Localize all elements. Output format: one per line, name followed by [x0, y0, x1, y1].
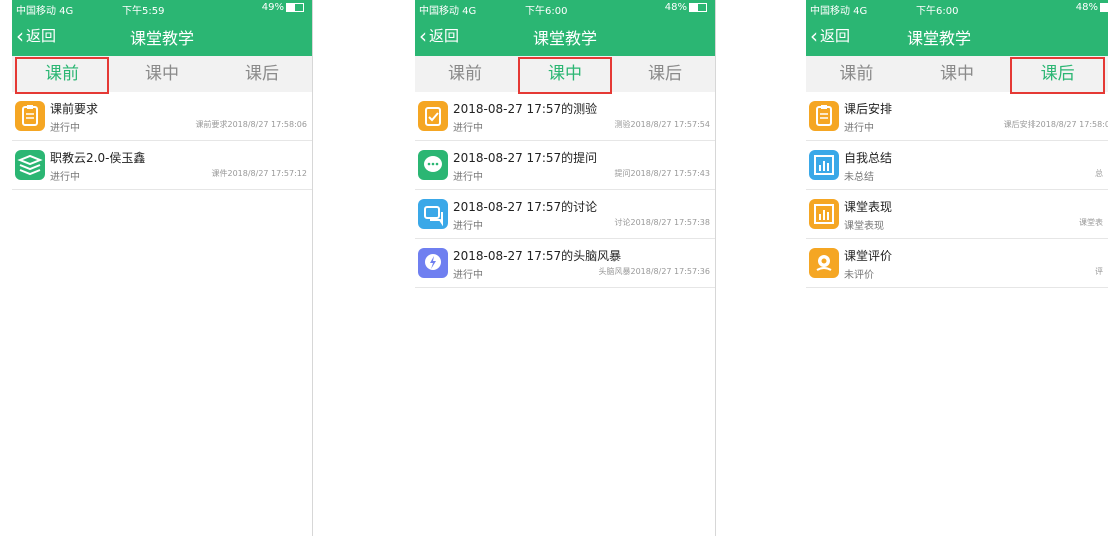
item-meta: 评 — [1095, 267, 1103, 276]
list-item[interactable]: 2018-08-27 17:57的提问 进行中 提问2018/8/27 17:5… — [415, 141, 715, 190]
item-meta: 课后安排2018/8/27 17:58:0 — [1003, 120, 1108, 129]
screen-after-class: 中国移动 4G 下午6:00 48% ‹ 返回 课堂教学 课前 课中 课后 课后安… — [806, 0, 1108, 536]
list-item[interactable]: 自我总结 未总结 总 — [806, 141, 1108, 190]
battery-icon — [1100, 2, 1108, 12]
item-title: 2018-08-27 17:57的头脑风暴 — [453, 249, 622, 263]
item-meta: 头脑风暴2018/8/27 17:57:36 — [598, 267, 711, 276]
item-meta: 测验2018/8/27 17:57:54 — [614, 120, 711, 129]
list-item[interactable]: 课后安排 进行中 课后安排2018/8/27 17:58:0 — [806, 92, 1108, 141]
clipboard-icon — [15, 101, 45, 131]
item-title: 2018-08-27 17:57的提问 — [453, 151, 598, 165]
app-header: 中国移动 4G 下午6:00 48% ‹ 返回 课堂教学 — [806, 0, 1108, 56]
list-item[interactable]: 课前要求 进行中 课前要求2018/8/27 17:58:06 — [12, 92, 312, 141]
item-status: 进行中 — [50, 172, 80, 183]
clock: 下午5:59 — [122, 6, 165, 17]
status-bar: 中国移动 4G 下午6:00 48% — [806, 0, 1108, 17]
list-item[interactable]: 2018-08-27 17:57的头脑风暴 进行中 头脑风暴2018/8/27 … — [415, 239, 715, 288]
item-status: 未总结 — [844, 172, 874, 183]
item-meta: 课件2018/8/27 17:57:12 — [211, 169, 308, 178]
page-title: 课堂教学 — [129, 29, 194, 48]
list-item[interactable]: 课堂表现 课堂表现 课堂表 — [806, 190, 1108, 239]
item-meta: 讨论2018/8/27 17:57:38 — [614, 218, 711, 227]
bar-chart-icon — [809, 150, 839, 180]
item-status: 进行中 — [453, 172, 483, 183]
tab-in-class[interactable]: 课中 — [112, 56, 212, 92]
clock: 下午6:00 — [916, 6, 959, 17]
nav-bar: ‹ 返回 课堂教学 — [12, 16, 312, 56]
carrier-label: 中国移动 4G — [419, 6, 477, 17]
list-item[interactable]: 2018-08-27 17:57的讨论 进行中 讨论2018/8/27 17:5… — [415, 190, 715, 239]
status-bar: 中国移动 4G 下午5:59 49% — [12, 0, 312, 17]
tab-after-class[interactable]: 课后 — [212, 56, 312, 92]
battery-indicator: 49% — [262, 2, 304, 13]
item-meta: 总 — [1095, 169, 1103, 178]
screen-in-class: 中国移动 4G 下午6:00 48% ‹ 返回 课堂教学 课前 课中 课后 201… — [415, 0, 716, 536]
quiz-icon — [418, 101, 448, 131]
item-title: 课前要求 — [50, 102, 99, 116]
tab-bar: 课前 课中 课后 — [806, 56, 1108, 94]
battery-indicator: 48% — [665, 2, 707, 13]
carrier-label: 中国移动 4G — [16, 6, 74, 17]
flower-icon — [809, 248, 839, 278]
item-title: 课堂评价 — [844, 249, 893, 263]
item-title: 课堂表现 — [844, 200, 893, 214]
item-status: 未评价 — [844, 270, 874, 281]
item-meta: 课前要求2018/8/27 17:58:06 — [195, 120, 308, 129]
item-status: 课堂表现 — [844, 221, 884, 232]
discussion-icon — [418, 199, 448, 229]
chat-bubble-icon — [418, 150, 448, 180]
battery-icon — [286, 2, 304, 12]
item-meta: 提问2018/8/27 17:57:43 — [614, 169, 711, 178]
bar-chart-icon — [809, 199, 839, 229]
page-title: 课堂教学 — [906, 29, 971, 48]
tab-before-class[interactable]: 课前 — [12, 56, 112, 94]
tab-before-class[interactable]: 课前 — [806, 56, 907, 92]
clipboard-icon — [809, 101, 839, 131]
carrier-label: 中国移动 4G — [810, 6, 868, 17]
item-meta: 课堂表 — [1079, 218, 1103, 227]
item-title: 课后安排 — [844, 102, 893, 116]
activity-list: 课后安排 进行中 课后安排2018/8/27 17:58:0 自我总结 未总结 … — [806, 92, 1108, 288]
item-status: 进行中 — [453, 221, 483, 232]
book-stack-icon — [15, 150, 45, 180]
status-bar: 中国移动 4G 下午6:00 48% — [415, 0, 715, 17]
battery-indicator: 48% — [1076, 2, 1108, 13]
item-status: 进行中 — [453, 123, 483, 134]
tab-after-class[interactable]: 课后 — [615, 56, 715, 92]
brainstorm-icon — [418, 248, 448, 278]
tab-in-class[interactable]: 课中 — [907, 56, 1008, 92]
tab-bar: 课前 课中 课后 — [12, 56, 312, 94]
item-status: 进行中 — [50, 123, 80, 134]
item-title: 自我总结 — [844, 151, 893, 165]
item-title: 2018-08-27 17:57的测验 — [453, 102, 598, 116]
app-header: 中国移动 4G 下午5:59 49% ‹ 返回 课堂教学 — [12, 0, 312, 56]
list-item[interactable]: 职教云2.0-侯玉鑫 进行中 课件2018/8/27 17:57:12 — [12, 141, 312, 190]
tab-after-class[interactable]: 课后 — [1007, 56, 1108, 94]
tab-in-class[interactable]: 课中 — [515, 56, 615, 94]
activity-list: 课前要求 进行中 课前要求2018/8/27 17:58:06 职教云2.0-侯… — [12, 92, 312, 190]
nav-bar: ‹ 返回 课堂教学 — [806, 16, 1108, 56]
clock: 下午6:00 — [525, 6, 568, 17]
tab-before-class[interactable]: 课前 — [415, 56, 515, 92]
page-title: 课堂教学 — [532, 29, 597, 48]
screen-before-class: 中国移动 4G 下午5:59 49% ‹ 返回 课堂教学 课前 课中 课后 课前要… — [12, 0, 313, 536]
activity-list: 2018-08-27 17:57的测验 进行中 测验2018/8/27 17:5… — [415, 92, 715, 288]
tab-bar: 课前 课中 课后 — [415, 56, 715, 94]
list-item[interactable]: 课堂评价 未评价 评 — [806, 239, 1108, 288]
item-title: 2018-08-27 17:57的讨论 — [453, 200, 598, 214]
item-title: 职教云2.0-侯玉鑫 — [50, 151, 146, 165]
battery-icon — [689, 2, 707, 12]
item-status: 进行中 — [453, 270, 483, 281]
app-header: 中国移动 4G 下午6:00 48% ‹ 返回 课堂教学 — [415, 0, 715, 56]
nav-bar: ‹ 返回 课堂教学 — [415, 16, 715, 56]
item-status: 进行中 — [844, 123, 874, 134]
list-item[interactable]: 2018-08-27 17:57的测验 进行中 测验2018/8/27 17:5… — [415, 92, 715, 141]
